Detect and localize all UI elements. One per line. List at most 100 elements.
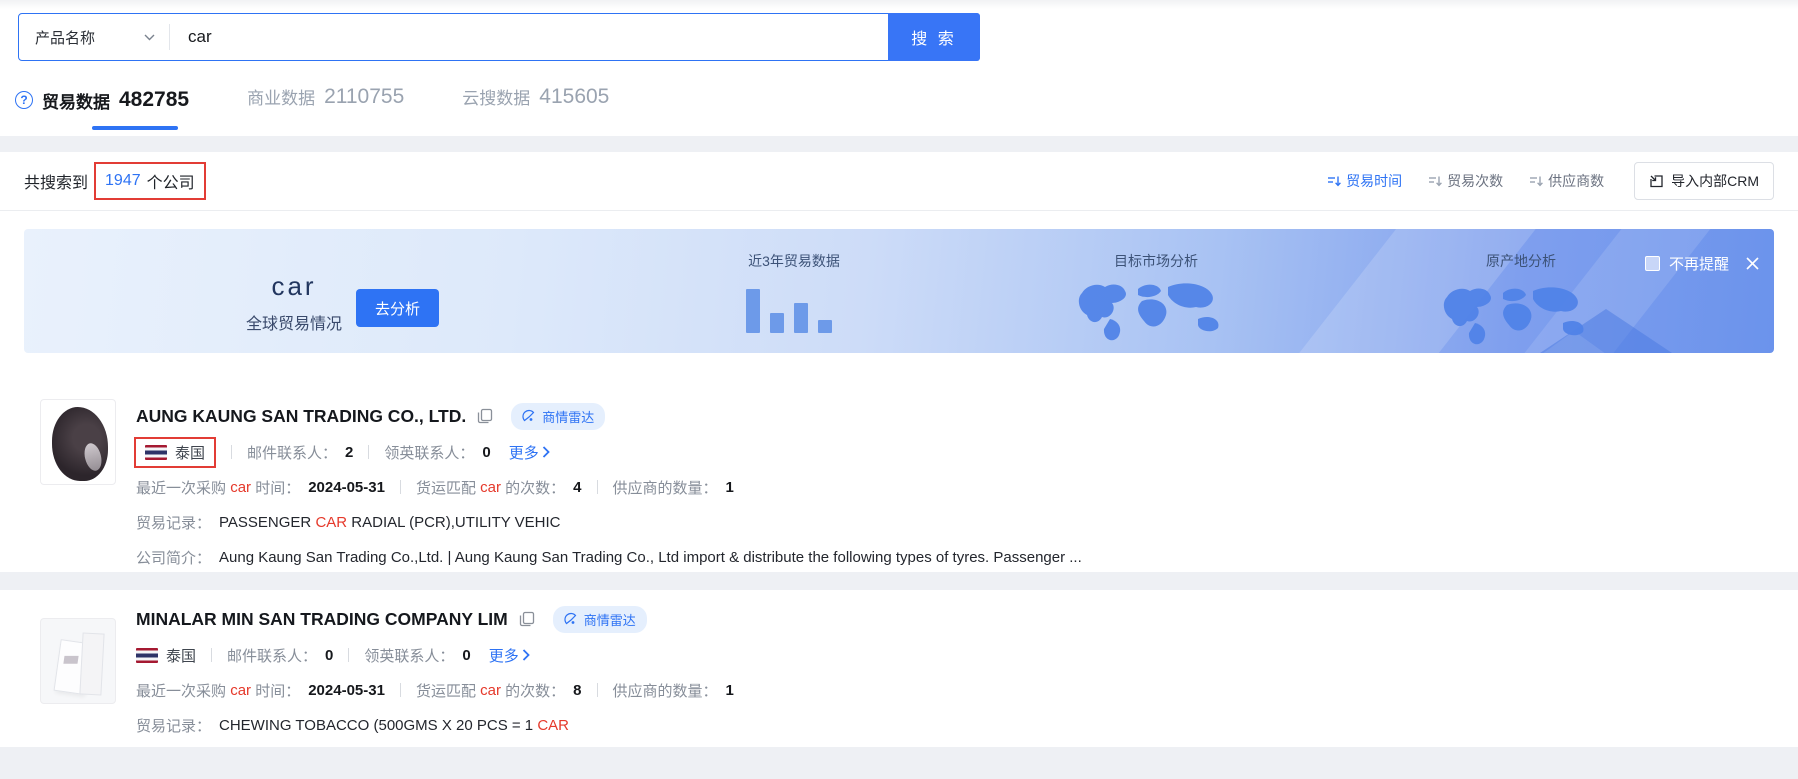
business-radar-badge[interactable]: 商情雷达 xyxy=(553,606,647,633)
world-map-graphic xyxy=(1437,283,1607,349)
company-thumbnail[interactable] xyxy=(40,399,116,485)
chevron-right-icon xyxy=(542,446,550,458)
tab-cloud-search-data[interactable]: 云搜数据 415605 xyxy=(462,84,609,109)
world-map-graphic xyxy=(1072,279,1242,345)
thailand-flag-icon xyxy=(136,648,158,663)
product-image xyxy=(79,632,104,695)
search-input[interactable] xyxy=(170,14,888,60)
banner-keyword-block: car 全球贸易情况 xyxy=(219,271,369,334)
supplier-label: 供应商的数量： xyxy=(613,477,718,498)
tab-count: 415605 xyxy=(539,85,609,109)
freight-label: 货运匹配 xyxy=(416,680,476,701)
badge-label: 商情雷达 xyxy=(542,407,594,426)
tab-trade-data[interactable]: ? 贸易数据 482785 xyxy=(15,88,189,113)
freight-label: 货运匹配 xyxy=(416,477,476,498)
tab-count: 482785 xyxy=(119,88,189,112)
divider xyxy=(368,445,369,459)
radar-icon xyxy=(564,612,578,626)
divider xyxy=(0,210,1798,211)
tab-count: 2110755 xyxy=(324,85,404,109)
divider xyxy=(231,445,232,459)
freight-label-suffix: 的次数： xyxy=(505,477,565,498)
keyword-highlight: car xyxy=(230,682,251,699)
company-thumbnail[interactable] xyxy=(40,618,116,704)
trade-record-label: 贸易记录： xyxy=(136,512,211,533)
country-label: 泰国 xyxy=(166,645,196,666)
close-icon[interactable] xyxy=(1745,256,1760,271)
bar xyxy=(794,303,808,333)
results-toolbar: 贸易时间 贸易次数 供应商数 导入内部CRM xyxy=(1327,162,1774,200)
supplier-count: 1 xyxy=(726,682,734,699)
tab-business-data[interactable]: 商业数据 2110755 xyxy=(247,84,404,109)
company-info: AUNG KAUNG SAN TRADING CO., LTD. 商情雷达 泰国… xyxy=(136,353,1774,572)
profile-row: 公司简介： Aung Kaung San Trading Co.,Ltd. | … xyxy=(136,542,1774,572)
company-name[interactable]: AUNG KAUNG SAN TRADING CO., LTD. xyxy=(136,406,466,427)
help-icon: ? xyxy=(15,91,33,109)
supplier-count: 1 xyxy=(726,479,734,496)
email-contacts-label: 邮件联系人： xyxy=(227,645,317,666)
chevron-right-icon xyxy=(522,649,530,661)
purchase-label: 最近一次采购 xyxy=(136,477,226,498)
results-prefix: 共搜索到 xyxy=(24,169,88,193)
mini-bar-chart xyxy=(746,289,832,333)
trade-analysis-banner: car 全球贸易情况 去分析 近3年贸易数据 目标市场分析 原产地分析 xyxy=(24,229,1774,353)
purchase-label-suffix: 时间： xyxy=(255,680,300,701)
active-tab-underline xyxy=(92,126,178,130)
analyze-button[interactable]: 去分析 xyxy=(356,289,439,327)
banner-section-origin-label: 原产地分析 xyxy=(1436,251,1606,271)
company-card-2-panel: MINALAR MIN SAN TRADING COMPANY LIM 商情雷达… xyxy=(0,590,1798,747)
business-radar-badge[interactable]: 商情雷达 xyxy=(511,403,605,430)
trade-record-value: PASSENGER CAR RADIAL (PCR),UTILITY VEHIC xyxy=(219,514,560,531)
purchase-date: 2024-05-31 xyxy=(308,682,385,699)
bar xyxy=(746,289,760,333)
sort-icon xyxy=(1327,174,1341,188)
sort-supplier-count[interactable]: 供应商数 xyxy=(1529,171,1604,191)
more-label: 更多 xyxy=(489,645,519,666)
email-contacts-value: 2 xyxy=(345,444,353,461)
background-gap xyxy=(0,572,1798,590)
keyword-highlight: car xyxy=(480,682,501,699)
freight-count: 4 xyxy=(573,479,581,496)
linkedin-contacts-value: 0 xyxy=(462,647,470,664)
company-name[interactable]: MINALAR MIN SAN TRADING COMPANY LIM xyxy=(136,609,508,630)
sort-trade-count[interactable]: 贸易次数 xyxy=(1428,171,1503,191)
sort-icon xyxy=(1529,174,1543,188)
background-gap xyxy=(0,136,1798,152)
email-contacts-value: 0 xyxy=(325,647,333,664)
copy-icon[interactable] xyxy=(519,611,535,627)
divider xyxy=(400,480,401,494)
tire-image xyxy=(52,407,108,481)
trade-record-label: 贸易记录： xyxy=(136,715,211,736)
search-bar: 产品名称 搜 索 xyxy=(18,13,980,61)
more-link[interactable]: 更多 xyxy=(489,645,530,666)
tab-label: 贸易数据 xyxy=(42,88,110,113)
keyword-highlight: car xyxy=(230,479,251,496)
dismiss-checkbox[interactable] xyxy=(1645,256,1660,271)
banner-section-trade-label: 近3年贸易数据 xyxy=(709,251,879,271)
search-button[interactable]: 搜 索 xyxy=(888,13,980,61)
purchase-date: 2024-05-31 xyxy=(308,479,385,496)
purchase-label: 最近一次采购 xyxy=(136,680,226,701)
copy-icon[interactable] xyxy=(477,408,493,424)
sort-trade-time[interactable]: 贸易时间 xyxy=(1327,171,1402,191)
more-link[interactable]: 更多 xyxy=(509,442,550,463)
results-suffix: 个公司 xyxy=(147,169,195,193)
profile-value: Aung Kaung San Trading Co.,Ltd. | Aung K… xyxy=(219,549,1082,566)
radar-icon xyxy=(522,409,536,423)
country-wrap: 泰国 xyxy=(136,645,196,666)
tab-label: 商业数据 xyxy=(247,84,315,109)
banner-section-market-label: 目标市场分析 xyxy=(1071,251,1241,271)
banner-keyword: car xyxy=(219,271,369,302)
more-label: 更多 xyxy=(509,442,539,463)
search-category-select[interactable]: 产品名称 xyxy=(19,14,169,60)
import-crm-button[interactable]: 导入内部CRM xyxy=(1634,162,1774,200)
sort-label: 供应商数 xyxy=(1548,171,1604,191)
header: 产品名称 搜 索 ? 贸易数据 482785 商业数据 2110755 云搜数据… xyxy=(0,0,1798,136)
highlight-box: 1947 个公司 xyxy=(94,162,206,200)
contacts-row: 泰国 邮件联系人： 2 领英联系人： 0 更多 xyxy=(136,437,1774,467)
tab-label: 云搜数据 xyxy=(462,84,530,109)
purchase-row: 最近一次采购 car 时间： 2024-05-31 货运匹配 car 的次数： … xyxy=(136,675,1774,705)
dismiss-label[interactable]: 不再提醒 xyxy=(1669,253,1729,274)
thailand-flag-icon xyxy=(145,445,167,460)
linkedin-contacts-label: 领英联系人： xyxy=(364,645,454,666)
